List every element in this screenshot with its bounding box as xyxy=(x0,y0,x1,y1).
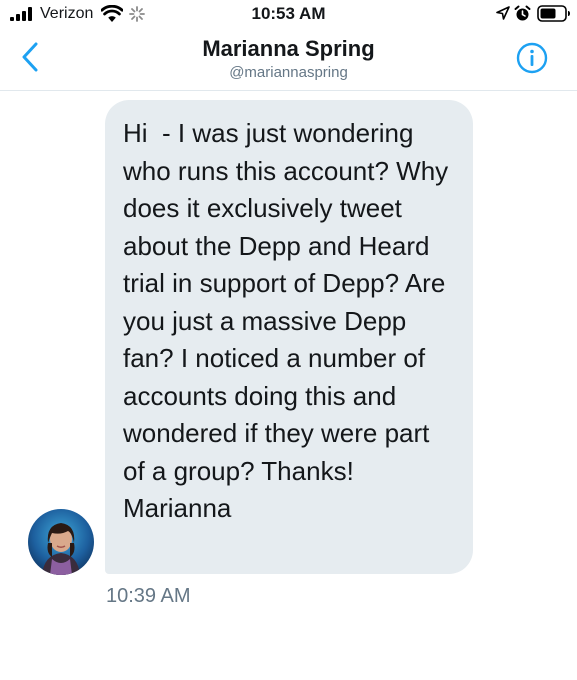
location-arrow-icon xyxy=(496,6,510,20)
conversation-header: Marianna Spring @mariannaspring xyxy=(0,30,577,91)
contact-name[interactable]: Marianna Spring xyxy=(0,36,577,62)
message-text: Hi - I was just wondering who runs this … xyxy=(123,118,456,523)
avatar[interactable] xyxy=(28,509,94,575)
battery-icon xyxy=(537,5,570,22)
status-bar: Verizon 10:53 AM xyxy=(0,0,577,30)
status-time: 10:53 AM xyxy=(251,4,326,23)
avatar-image xyxy=(28,509,94,575)
alarm-clock-icon xyxy=(514,5,531,21)
message-timestamp: 10:39 AM xyxy=(106,585,191,607)
info-circle-icon[interactable] xyxy=(516,42,548,74)
contact-handle[interactable]: @mariannaspring xyxy=(0,64,577,82)
message-bubble[interactable]: Hi - I was just wondering who runs this … xyxy=(105,100,473,574)
